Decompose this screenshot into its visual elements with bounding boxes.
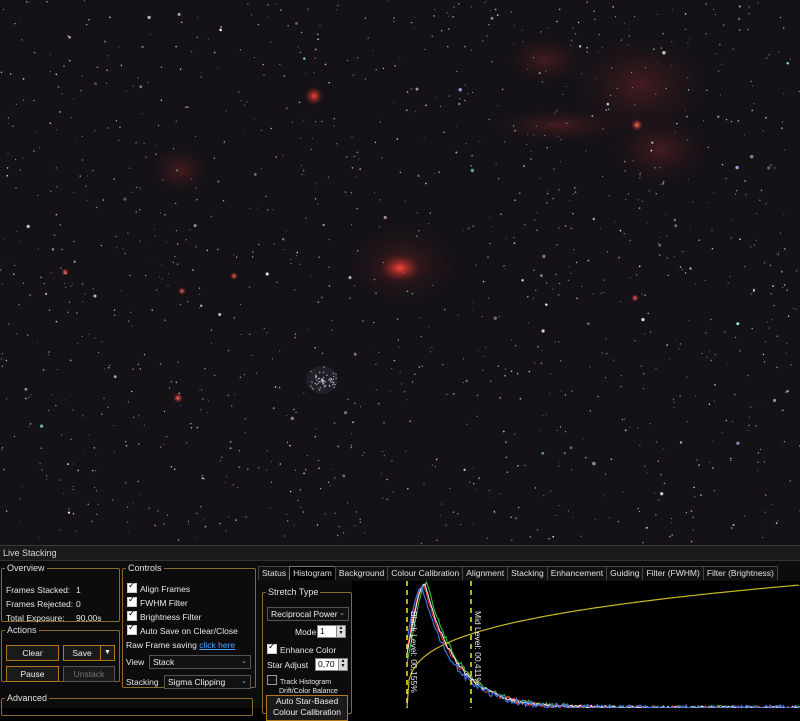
mode-label: Mode — [295, 627, 317, 637]
total-exposure-row: Total Exposure: 90,00s — [6, 613, 102, 623]
advanced-legend: Advanced — [7, 693, 48, 703]
raw-frame-saving-link[interactable]: click here — [199, 640, 235, 650]
track-histogram-label-1: Track Histogram — [280, 679, 332, 686]
stretch-type-legend: Stretch Type — [268, 587, 319, 597]
tab-filter-brightness[interactable]: Filter (Brightness) — [702, 566, 778, 580]
enhance-color-checkbox[interactable]: Enhance Color — [267, 642, 337, 656]
tab-status[interactable]: Status — [258, 566, 291, 580]
star-adjust-value: 0,70 — [318, 659, 335, 669]
tab-colour-calibration[interactable]: Colour Calibration — [387, 566, 464, 580]
tab-filter-fwhm[interactable]: Filter (FWHM) — [642, 566, 704, 580]
overview-group: Overview Frames Stacked: 1 Frames Reject… — [1, 563, 120, 623]
tab-enhancement[interactable]: Enhancement — [546, 566, 608, 580]
brightness-filter-check-icon[interactable] — [127, 609, 137, 621]
tab-stacking[interactable]: Stacking — [507, 566, 548, 580]
fwhm-filter-checkbox[interactable]: FWHM Filter — [127, 595, 188, 609]
frames-rejected-value: 0 — [76, 599, 81, 609]
frames-stacked-label: Frames Stacked: — [6, 585, 71, 595]
chevron-down-icon: ⌄ — [241, 658, 247, 665]
black-level-label: Black Level: 00,155% — [409, 611, 419, 693]
panel-title: Live Stacking — [0, 546, 800, 561]
view-select-value: Stack — [153, 657, 175, 667]
auto-save-label: Auto Save on Clear/Close — [140, 626, 238, 636]
star-adjust-label: Star Adjust — [267, 660, 309, 670]
align-frames-label: Align Frames — [140, 584, 191, 594]
spinner-arrows-icon[interactable]: ▲ ▼ — [336, 626, 345, 637]
histogram-plot[interactable]: Black Level: 00,155% Mid Level: 00,411% — [352, 580, 800, 710]
frames-stacked-row: Frames Stacked: 1 — [6, 585, 81, 595]
total-exposure-value: 90,00s — [76, 613, 102, 623]
overview-legend: Overview — [7, 563, 45, 573]
tab-bar: Status Histogram Background Colour Calibrat… — [258, 566, 778, 580]
enhance-color-label: Enhance Color — [280, 645, 337, 655]
unstack-button[interactable]: Unstack — [63, 666, 115, 682]
controls-legend: Controls — [128, 563, 162, 573]
stacking-label: Stacking — [126, 677, 159, 687]
histogram-green-channel — [406, 580, 800, 710]
brightness-filter-label: Brightness Filter — [140, 612, 202, 622]
total-exposure-label: Total Exposure: — [6, 613, 65, 623]
histogram-blue-channel — [406, 584, 800, 710]
frames-rejected-row: Frames Rejected: 0 — [6, 599, 81, 609]
histogram-red-channel — [406, 583, 800, 710]
stretch-type-select[interactable]: Reciprocal Power ⌄ — [267, 607, 349, 621]
advanced-group: Advanced — [1, 694, 253, 716]
actions-legend: Actions — [7, 625, 37, 635]
stacking-select[interactable]: Sigma Clipping ⌄ — [164, 675, 251, 689]
tab-background[interactable]: Background — [334, 566, 389, 580]
actions-group: Actions Clear Save ▼ Pause Unstack — [1, 626, 120, 682]
histogram-svg: Black Level: 00,155% Mid Level: 00,411% — [406, 580, 800, 710]
tab-guiding[interactable]: Guiding — [606, 566, 644, 580]
view-label: View — [126, 657, 145, 667]
frames-stacked-value: 1 — [76, 585, 81, 595]
tab-alignment[interactable]: Alignment — [462, 566, 509, 580]
mid-level-label: Mid Level: 00,411% — [473, 611, 483, 685]
auto-calibration-line-2: Colour Calibration — [272, 707, 342, 717]
tab-histogram[interactable]: Histogram — [289, 566, 336, 580]
mode-value: 1 — [320, 626, 325, 636]
live-stacking-panel: Live Stacking Overview Frames Stacked: 1… — [0, 545, 800, 721]
star-field-image — [0, 0, 800, 545]
chevron-down-icon: ⌄ — [339, 608, 345, 620]
view-select[interactable]: Stack ⌄ — [149, 655, 251, 669]
stretch-type-group: Stretch Type Reciprocal Power ⌄ Mode 1 ▲… — [262, 587, 352, 721]
chevron-down-icon: ⌄ — [241, 678, 247, 685]
save-button[interactable]: Save — [63, 645, 101, 661]
clear-button[interactable]: Clear — [6, 645, 59, 661]
save-menu-chevron-down-icon[interactable]: ▼ — [100, 645, 115, 661]
fwhm-filter-label: FWHM Filter — [140, 598, 188, 608]
track-histogram-check-icon[interactable] — [267, 675, 277, 685]
spinner-arrows-icon[interactable]: ▲ ▼ — [338, 659, 347, 670]
align-frames-check-icon[interactable] — [127, 581, 137, 593]
mode-spinner[interactable]: 1 ▲ ▼ — [317, 625, 346, 638]
star-adjust-spinner[interactable]: 0,70 ▲ ▼ — [315, 658, 348, 671]
auto-save-checkbox[interactable]: Auto Save on Clear/Close — [127, 623, 238, 637]
fwhm-filter-check-icon[interactable] — [127, 595, 137, 607]
auto-save-check-icon[interactable] — [127, 623, 137, 635]
stretch-curve — [406, 584, 800, 709]
track-histogram-checkbox[interactable]: Track Histogram Drift/Color Balance — [267, 675, 338, 696]
brightness-filter-checkbox[interactable]: Brightness Filter — [127, 609, 202, 623]
histogram-luminance-channel — [406, 583, 800, 709]
stacked-image-viewer[interactable] — [0, 0, 800, 545]
auto-calibration-line-1: Auto Star-Based — [275, 696, 339, 706]
align-frames-checkbox[interactable]: Align Frames — [127, 581, 191, 595]
frames-rejected-label: Frames Rejected: — [6, 599, 74, 609]
controls-group: Controls Align Frames FWHM Filter Bright… — [122, 563, 256, 689]
stacking-select-value: Sigma Clipping — [168, 677, 226, 687]
track-histogram-label-2: Drift/Color Balance — [279, 688, 338, 695]
stretch-type-value: Reciprocal Power — [271, 609, 338, 619]
enhance-color-check-icon[interactable] — [267, 642, 277, 654]
pause-button[interactable]: Pause — [6, 666, 59, 682]
raw-frame-saving-label: Raw Frame saving — [126, 640, 197, 650]
auto-star-based-colour-calibration-button[interactable]: Auto Star-Based Colour Calibration — [266, 695, 348, 721]
raw-frame-saving-row: Raw Frame saving click here — [126, 640, 235, 650]
